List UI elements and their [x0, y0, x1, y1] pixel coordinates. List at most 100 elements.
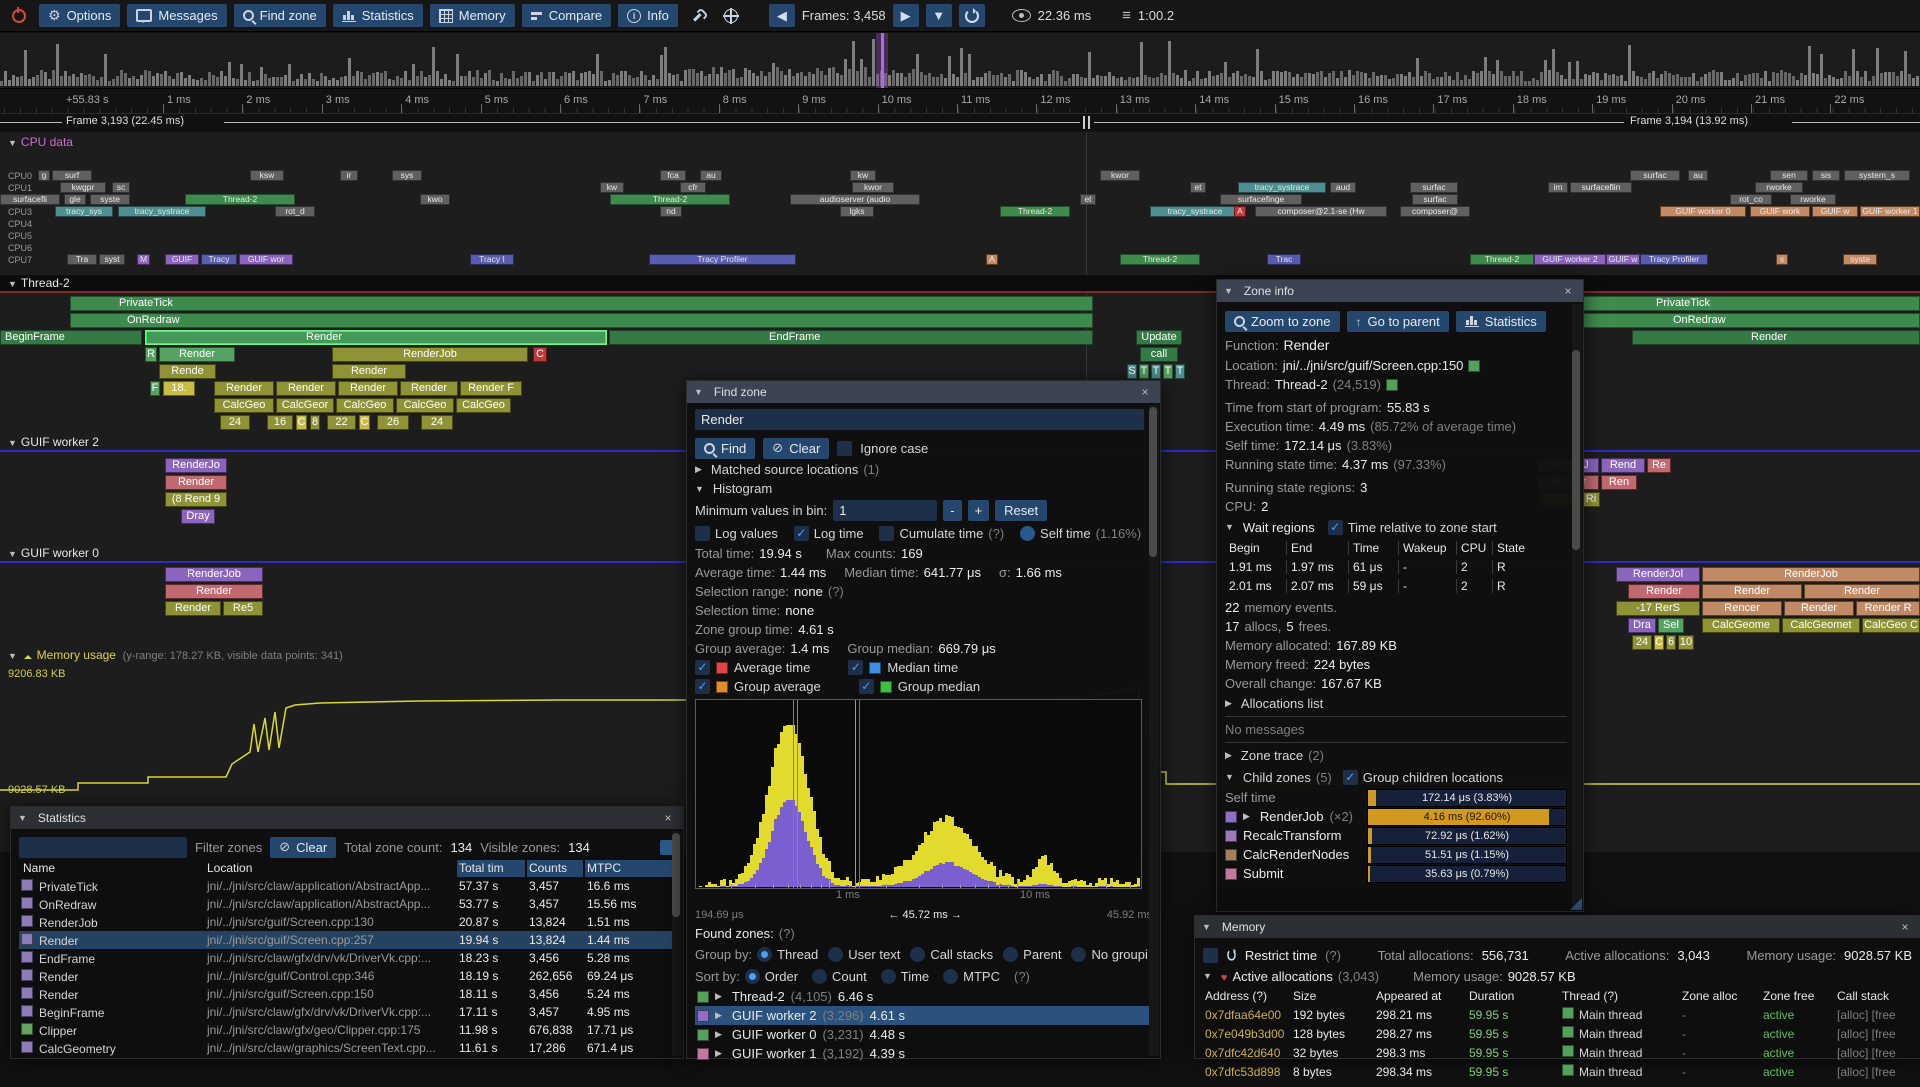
cpu-zone[interactable]: A — [1234, 206, 1246, 217]
cpu-zone[interactable]: GUIF worker 0 — [1660, 206, 1746, 217]
timeline-zone[interactable]: 26 — [377, 415, 409, 430]
find-zone-search-input[interactable] — [695, 409, 1144, 430]
cpu-zone[interactable]: kwor — [852, 182, 894, 193]
timeline-zone[interactable]: CalcGeor — [276, 398, 334, 413]
source-swatch[interactable] — [1468, 360, 1480, 372]
cpu-zone[interactable]: Tracy — [201, 254, 237, 265]
toolbar-button-messages[interactable]: Messages — [127, 4, 226, 27]
timeline-zone[interactable]: Render — [1702, 584, 1802, 599]
stats-header-total-tim[interactable]: Total tim — [457, 860, 525, 877]
ignore-case-checkbox[interactable] — [837, 441, 852, 456]
cpu-zone[interactable]: rot_d — [275, 206, 315, 217]
series-checkbox-average-time[interactable]: ✓ — [695, 660, 710, 675]
timeline-zone[interactable]: 16 — [267, 415, 293, 430]
timeline-zone[interactable]: C — [1654, 635, 1664, 650]
timeline-zone[interactable]: EndFrame — [609, 330, 1093, 345]
cpu-zone[interactable]: sis — [1812, 170, 1840, 181]
checkbox-log-time[interactable]: ✓ — [794, 526, 809, 541]
thread-header-thread-2[interactable]: ▼Thread-2 — [8, 276, 70, 290]
cpu-zone[interactable]: audioserver (audio — [790, 194, 920, 205]
cpu-zone[interactable]: syste — [1843, 254, 1877, 265]
cpu-zone[interactable]: surfacefli — [0, 194, 60, 205]
close-icon[interactable]: × — [1560, 284, 1576, 298]
cpu-data-header[interactable]: ▼CPU data — [8, 135, 73, 149]
stats-row[interactable]: BeginFramejni/../jni/src/claw/gfx/drv/vk… — [19, 1003, 675, 1021]
cpu-zone[interactable]: Thread-2 — [185, 194, 295, 205]
child-zone-row[interactable]: ▶RenderJob(×2)4.16 ms (92.60%) — [1225, 807, 1567, 826]
allocation-row[interactable]: 0x7dfc53d8988 bytes298.34 ms59.95 sMain … — [1203, 1062, 1912, 1081]
timeline-zone[interactable]: T — [1163, 364, 1173, 379]
cpu-zone[interactable]: surfac — [1630, 170, 1680, 181]
collapse-icon[interactable]: ▼ — [1202, 922, 1211, 932]
cpu-zone[interactable]: composer@2.1-se (Hw — [1255, 206, 1387, 217]
timeline-zone[interactable]: Render — [145, 330, 607, 345]
frame-label-left[interactable]: Frame 3,193 (22.45 ms) — [66, 115, 184, 127]
timeline-zone[interactable]: Render — [165, 584, 263, 599]
thread-swatch[interactable] — [1386, 379, 1398, 391]
checkbox-self-time[interactable] — [1020, 526, 1035, 541]
toolbar-button-find-zone[interactable]: Find zone — [234, 4, 326, 27]
radio-thread[interactable] — [757, 947, 772, 962]
power-button[interactable] — [6, 4, 32, 27]
zoom-fit-button[interactable] — [959, 4, 985, 27]
timeline-zone[interactable]: C — [296, 415, 307, 430]
zone-info-titlebar[interactable]: ▼ Zone info × — [1217, 280, 1583, 302]
cpu-zone[interactable]: surfacefinge — [1220, 194, 1302, 205]
expand-icon[interactable]: ▶ — [715, 1029, 722, 1040]
allocation-row[interactable]: 0x7dfc42d64032 bytes298.3 ms59.95 sMain … — [1203, 1043, 1912, 1062]
cpu-zone[interactable]: tracy_systrace — [1150, 206, 1240, 217]
found-group-row[interactable]: ▶GUIF worker 1(3,192)4.39 s — [695, 1044, 1152, 1063]
prev-frame-button[interactable]: ◀ — [769, 4, 795, 27]
timeline-zone[interactable]: Ren — [1601, 475, 1637, 490]
cpu-zone[interactable]: sen — [1770, 170, 1808, 181]
goto-frame-button[interactable] — [718, 4, 744, 27]
timeline-zone[interactable]: Rende — [159, 364, 216, 379]
timeline-zone[interactable]: C — [359, 415, 370, 430]
radio-mtpc[interactable] — [943, 969, 958, 984]
matched-locations-row[interactable]: ▶Matched source locations(1) — [695, 460, 1152, 479]
timeline-zone[interactable]: OnRedraw — [70, 313, 1093, 328]
thread-header-guif-worker-0[interactable]: ▼GUIF worker 0 — [8, 546, 99, 560]
scrollbar[interactable] — [672, 831, 682, 1056]
timeline-zone[interactable]: Render — [1628, 584, 1700, 599]
find-zone-titlebar[interactable]: ▼ Find zone × — [687, 381, 1160, 403]
collapse-icon[interactable]: ▼ — [1224, 286, 1233, 296]
series-checkbox-median-time[interactable]: ✓ — [848, 660, 863, 675]
timeline-zone[interactable]: Rend — [1601, 458, 1645, 473]
cpu-zone[interactable]: kwgpr — [60, 182, 106, 193]
timeline-zone[interactable]: 22 — [327, 415, 356, 430]
cpu-zone[interactable]: tracy_systrace — [1238, 182, 1326, 193]
cpu-zone[interactable]: sys — [392, 170, 422, 181]
timeline-zone[interactable]: Render — [332, 364, 406, 379]
timeline-zone[interactable]: Render — [165, 601, 221, 616]
toolbar-button-statistics[interactable]: Statistics — [333, 4, 423, 27]
cpu-zone[interactable]: Tracy Profiler — [1640, 254, 1708, 265]
cpu-zone[interactable]: et — [1080, 194, 1096, 205]
child-zone-row[interactable]: RecalcTransform72.92 μs (1.62%) — [1225, 826, 1567, 845]
cpu-zone[interactable]: syste — [90, 194, 130, 205]
cpu-zone[interactable]: Tracy I — [470, 254, 514, 265]
cpu-zone[interactable]: composer@ — [1400, 206, 1470, 217]
stats-row[interactable]: Renderjni/../jni/src/guif/Control.cpp:34… — [19, 967, 675, 985]
cpu-zone[interactable]: tracy_sys — [55, 206, 113, 217]
next-frame-button[interactable]: ▶ — [893, 4, 919, 27]
alloc-callstack[interactable]: [alloc] [free — [1835, 1046, 1912, 1060]
toolbar-button-info[interactable]: Info — [618, 4, 678, 27]
cpu-zone[interactable]: Thread-2 — [1120, 254, 1200, 265]
timeline-zone[interactable]: CalcGeo — [336, 398, 394, 413]
toolbar-button-options[interactable]: Options — [39, 4, 120, 27]
radio-call-stacks[interactable] — [910, 947, 925, 962]
statistics-titlebar[interactable]: ▼ Statistics × — [11, 807, 683, 829]
timeline-zone[interactable]: Render — [400, 381, 458, 396]
cpu-zone[interactable]: GUIF work — [1750, 206, 1810, 217]
cpu-zone[interactable]: ir — [340, 170, 358, 181]
mem-header[interactable]: Zone alloc — [1680, 989, 1761, 1003]
cpu-zone[interactable]: Trac — [1267, 254, 1301, 265]
cpu-zone[interactable]: GUIF w — [1606, 254, 1640, 265]
timeline-zone[interactable]: CalcGeo — [456, 398, 511, 413]
timeline-zone[interactable]: BeginFrame — [0, 330, 142, 345]
timeline-zone[interactable]: T — [1175, 364, 1185, 379]
close-icon[interactable]: × — [1137, 385, 1153, 399]
tools-button[interactable] — [685, 4, 711, 27]
cpu-zone[interactable]: surfac — [1412, 194, 1458, 205]
